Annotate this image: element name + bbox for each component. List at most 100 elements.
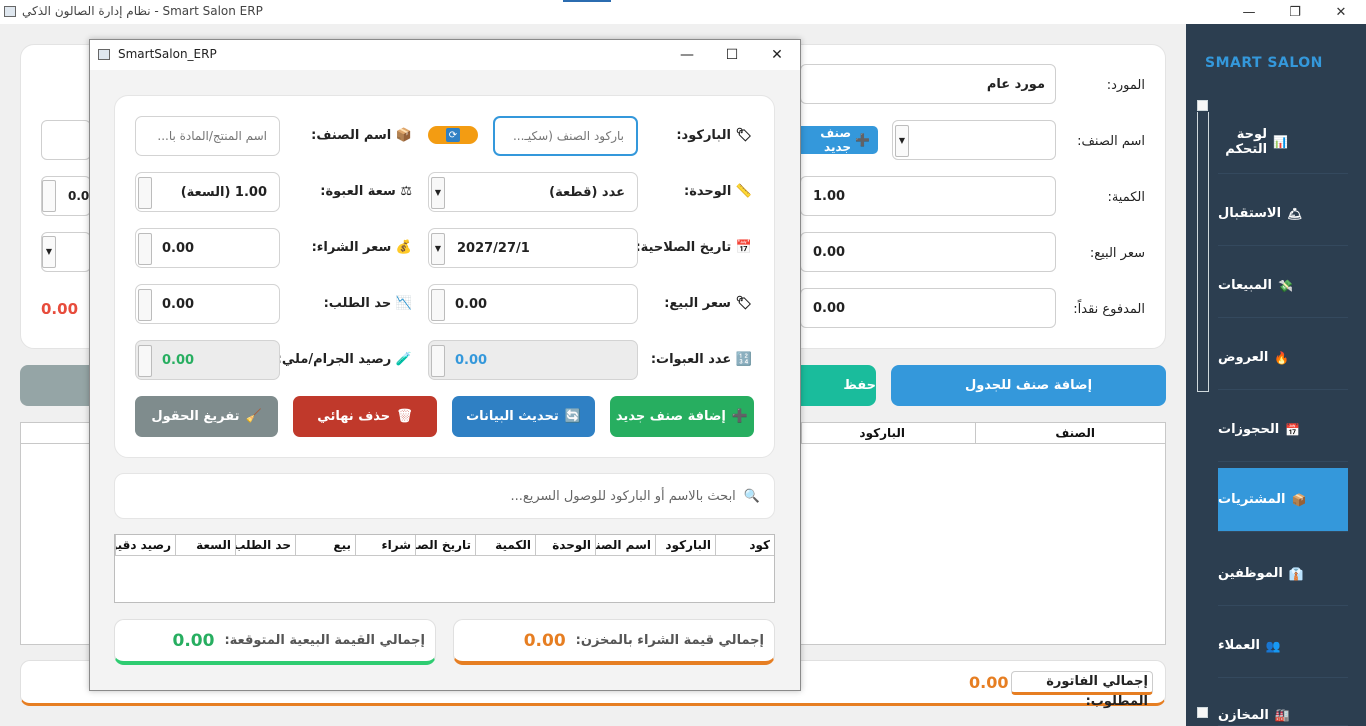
- invoice-total-value: 0.00: [969, 673, 1009, 692]
- trash-icon: 🗑: [396, 409, 413, 424]
- supplier-field[interactable]: مورد عام: [800, 64, 1056, 104]
- reorder-field[interactable]: 0.00: [135, 284, 280, 324]
- left-dropdown-arrow-icon[interactable]: ▼: [42, 236, 56, 268]
- users-icon: 👥: [1265, 638, 1281, 653]
- total-sell-card: إجمالي القيمة البيعية المتوقعة: 0.00: [114, 619, 436, 665]
- balance-field: 0.00: [135, 340, 280, 380]
- restore-button[interactable]: ❐: [1272, 0, 1318, 24]
- barcode-label: 🏷 الباركود:: [676, 128, 752, 143]
- dialog-app-icon: [98, 49, 110, 60]
- dialog-maximize-button[interactable]: ☐: [709, 40, 755, 70]
- sell-price-field[interactable]: 0.00: [800, 232, 1056, 272]
- col-sell: بيع: [295, 535, 355, 555]
- paid-cash-field[interactable]: 0.00: [800, 288, 1056, 328]
- dialog-minimize-button[interactable]: —: [664, 40, 710, 70]
- dialog-close-button[interactable]: ✕: [754, 40, 800, 70]
- item-name-input[interactable]: [135, 116, 280, 156]
- red-value: 0.00: [41, 300, 79, 318]
- col-balance: رصيد دقيق: [115, 535, 175, 555]
- buy-price-field[interactable]: 0.00: [135, 228, 280, 268]
- invoice-total-label: إجمالي الفاتورة المطلوب:: [1011, 671, 1153, 709]
- inventory-table-header: كود الباركود اسم الصنف الوحدة الكمية تار…: [115, 535, 774, 556]
- sidebar-scrollbar[interactable]: [1197, 112, 1209, 392]
- left-gray-button[interactable]: [20, 365, 100, 406]
- reorder-spinner[interactable]: [138, 289, 152, 321]
- delete-button[interactable]: 🗑 حذف نهائي: [293, 396, 437, 437]
- expiry-date-field[interactable]: 2027/27/1 ▼: [428, 228, 638, 268]
- col-item-name: اسم الصنف: [595, 535, 655, 555]
- unit-label: 📏 الوحدة:: [684, 184, 752, 199]
- employee-icon: 👔: [1288, 566, 1304, 581]
- sidebar-item-employees[interactable]: 👔 الموظفين: [1218, 542, 1348, 606]
- update-button[interactable]: 🔄 تحديث البيانات: [452, 396, 595, 437]
- close-button[interactable]: ✕: [1318, 0, 1364, 24]
- supplier-label: المورد:: [1106, 78, 1145, 93]
- sidebar-item-dashboard[interactable]: 📊 لوحة التحكم: [1218, 110, 1348, 174]
- pack-size-field[interactable]: 1.00 (السعة): [135, 172, 280, 212]
- factory-icon: 🏭: [1274, 708, 1290, 722]
- packs-field: 0.00: [428, 340, 638, 380]
- total-sell-value: 0.00: [172, 630, 215, 651]
- sidebar-item-sales[interactable]: 💸 المبيعات: [1218, 254, 1348, 318]
- total-sell-label: إجمالي القيمة البيعية المتوقعة:: [224, 633, 425, 648]
- fire-icon: 🔥: [1274, 350, 1290, 365]
- date-dropdown-icon[interactable]: ▼: [431, 233, 445, 265]
- dialog-title: SmartSalon_ERP: [118, 47, 217, 61]
- unit-combo[interactable]: عدد (قطعة) ▼: [428, 172, 638, 212]
- pack-size-spinner[interactable]: [138, 177, 152, 209]
- col-qty: الكمية: [475, 535, 535, 555]
- new-item-button[interactable]: ➕ صنف جديد: [790, 126, 878, 154]
- dropdown-arrow-icon[interactable]: ▼: [895, 125, 909, 157]
- reorder-label: 📉 حد الطلب:: [323, 296, 412, 311]
- test-tube-icon: 🧪: [395, 352, 412, 367]
- search-box[interactable]: 🔍 ابحث بالاسم أو الباركود للوصول السريع.…: [114, 473, 775, 519]
- chevron-down-icon[interactable]: ▼: [431, 177, 445, 209]
- calendar-icon: 📅: [735, 240, 752, 255]
- tag-icon: 🏷: [735, 296, 752, 311]
- sidebar-scroll-up[interactable]: [1197, 100, 1208, 111]
- window-titlebar: نظام إدارة الصالون الذكي - Smart Salon E…: [0, 0, 1366, 24]
- sell-price-label-dialog: 🏷 سعر البيع:: [664, 296, 752, 311]
- col-expiry: تاريخ الصلاحية: [415, 535, 475, 555]
- add-icon: ➕: [855, 133, 870, 147]
- paid-cash-label: المدفوع نقداً:: [1073, 302, 1145, 317]
- qty-field[interactable]: 1.00: [800, 176, 1056, 216]
- clear-button[interactable]: 🧹 تفريغ الحقول: [135, 396, 278, 437]
- add-new-item-button[interactable]: ➕ إضافة صنف جديد: [610, 396, 754, 437]
- barcode-input[interactable]: [493, 116, 638, 156]
- refresh-icon: ⟳: [446, 128, 460, 142]
- col-buy: شراء: [355, 535, 415, 555]
- sell-price-spinner[interactable]: [431, 289, 445, 321]
- search-input[interactable]: ابحث بالاسم أو الباركود للوصول السريع...: [510, 489, 735, 504]
- add-to-table-button[interactable]: إضافة صنف للجدول: [891, 365, 1166, 406]
- app-logo: SMART SALON: [1205, 55, 1323, 71]
- col-code: كود: [715, 535, 774, 555]
- broom-icon: 🧹: [245, 409, 262, 424]
- left-spin-1[interactable]: [42, 180, 56, 212]
- sidebar-item-clients[interactable]: 👥 العملاء: [1218, 614, 1348, 678]
- item-name-label-dialog: 📦 اسم الصنف:: [311, 128, 412, 143]
- sidebar-item-offers[interactable]: 🔥 العروض: [1218, 326, 1348, 390]
- col-barcode: الباركود: [655, 535, 715, 555]
- sidebar-item-reception[interactable]: 🛎 الاستقبال: [1218, 182, 1348, 246]
- minimize-button[interactable]: —: [1226, 0, 1272, 24]
- box-icon: 📦: [395, 128, 412, 143]
- plus-icon: ➕: [731, 409, 749, 424]
- bell-icon: 🛎: [1287, 206, 1303, 221]
- save-button[interactable]: حفظ: [790, 365, 876, 406]
- col-size: السعة: [175, 535, 235, 555]
- generate-barcode-button[interactable]: ⟳: [428, 126, 478, 144]
- refresh-icon: 🔄: [564, 409, 581, 424]
- calendar-icon: 📅: [1285, 422, 1301, 437]
- app-icon: [4, 6, 16, 17]
- item-name-combo[interactable]: ▼: [892, 120, 1056, 160]
- numbers-icon: 🔢: [735, 352, 752, 367]
- left-field-1[interactable]: [41, 120, 91, 160]
- sidebar-item-warehouses[interactable]: 🏭 المخازن: [1218, 686, 1348, 726]
- sidebar-item-purchases[interactable]: 📦 المشتريات: [1218, 468, 1348, 532]
- sell-price-field-dialog[interactable]: 0.00: [428, 284, 638, 324]
- sidebar-item-bookings[interactable]: 📅 الحجوزات: [1218, 398, 1348, 462]
- buy-price-spinner[interactable]: [138, 233, 152, 265]
- inventory-table: كود الباركود اسم الصنف الوحدة الكمية تار…: [114, 534, 775, 603]
- sidebar-scroll-down[interactable]: [1197, 707, 1208, 718]
